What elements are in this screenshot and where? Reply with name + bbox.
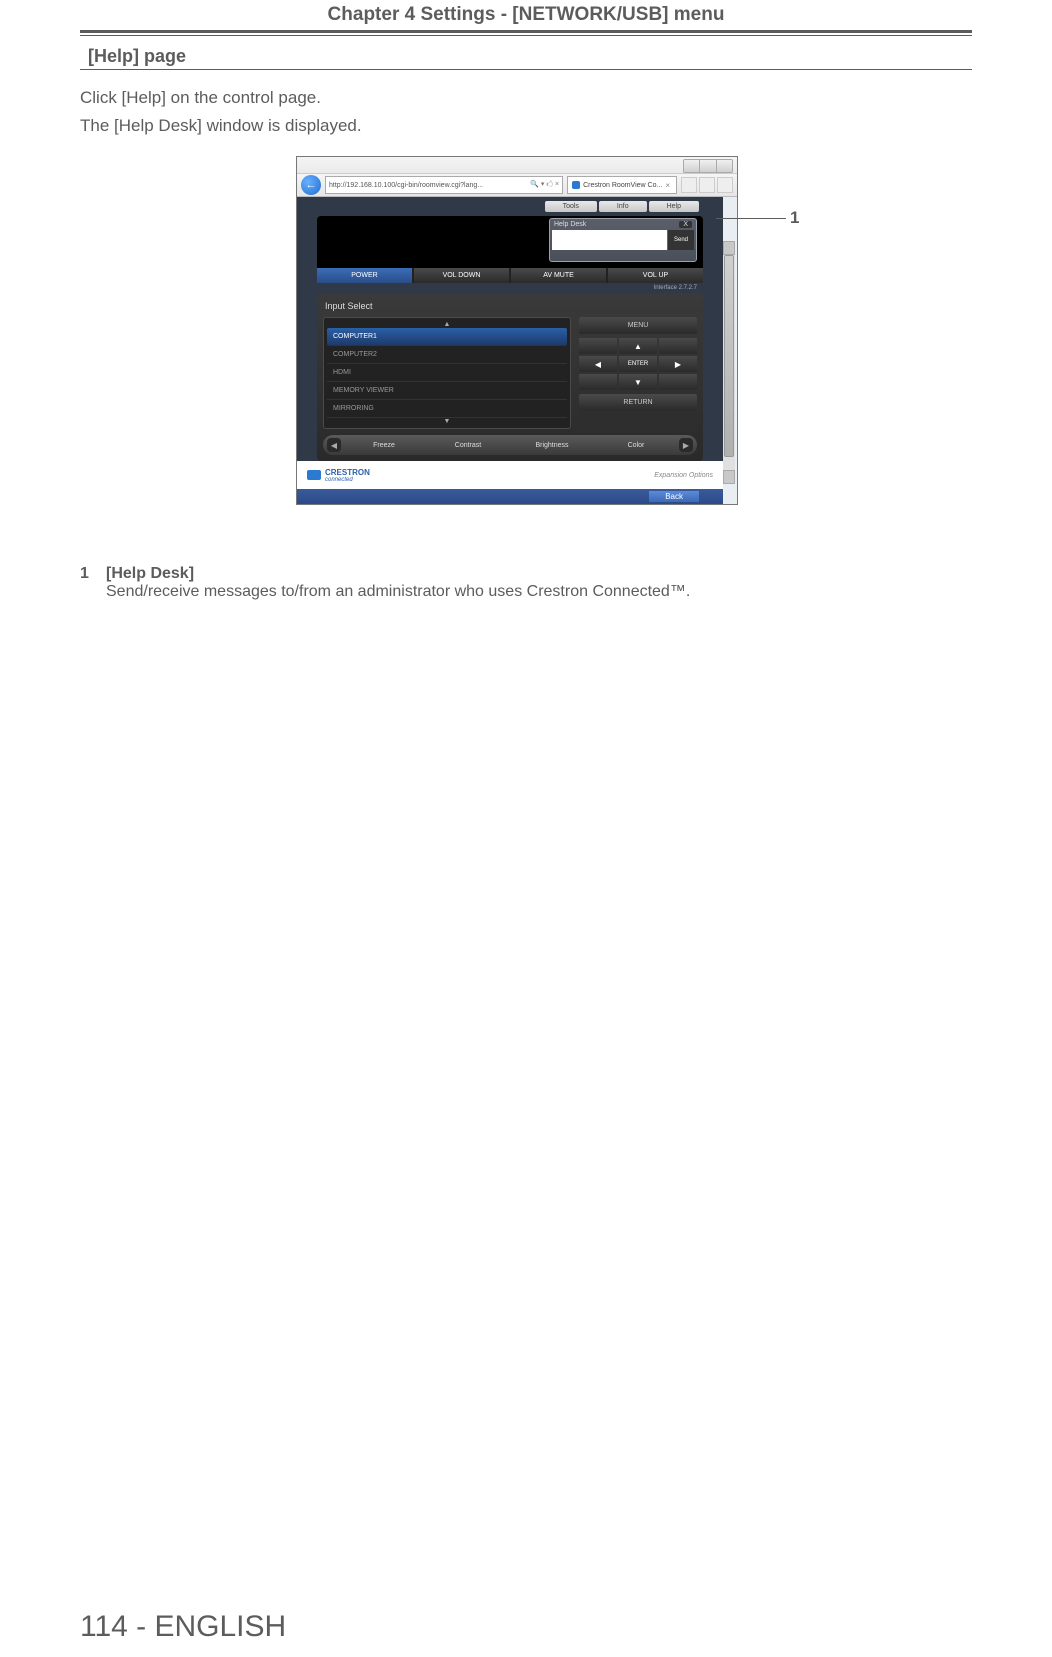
roomview-content: Tools Info Help Help Desk X: [297, 197, 723, 504]
tab-tools[interactable]: Tools: [545, 201, 597, 212]
header-rule: [80, 30, 972, 36]
main-area: Help Desk X Send POWER VOL DOWN AV: [317, 216, 703, 461]
tab-info[interactable]: Info: [599, 201, 647, 212]
body-line-2: The [Help Desk] window is displayed.: [80, 116, 972, 136]
expansion-options[interactable]: Expansion Options: [654, 472, 713, 479]
crestron-logo-icon: [307, 470, 321, 480]
input-computer1[interactable]: COMPUTER1: [327, 328, 567, 346]
back-button-icon[interactable]: ←: [301, 175, 321, 195]
volup-button[interactable]: VOL UP: [608, 268, 703, 283]
callout-label-1: 1: [790, 208, 799, 228]
freeze-button[interactable]: Freeze: [343, 442, 425, 449]
contrast-button[interactable]: Contrast: [427, 442, 509, 449]
chapter-header: Chapter 4 Settings - [NETWORK/USB] menu: [80, 0, 972, 30]
legend-number: 1: [80, 565, 94, 601]
browser-toolbar: ← http://192.168.10.100/cgi-bin/roomview…: [297, 174, 737, 197]
crestron-footer: CRESTRON connected Expansion Options: [297, 461, 723, 489]
adjust-right-icon[interactable]: ▶: [679, 438, 693, 452]
input-computer2[interactable]: COMPUTER2: [327, 346, 567, 364]
input-panel: Input Select ▲ COMPUTER1 COMPUTER2 HDMI …: [317, 293, 703, 461]
back-button[interactable]: Back: [649, 491, 699, 502]
address-bar[interactable]: http://192.168.10.100/cgi-bin/roomview.c…: [325, 176, 563, 194]
arrow-up-icon[interactable]: ▲: [619, 338, 657, 354]
avmute-button[interactable]: AV MUTE: [511, 268, 606, 283]
input-list: ▲ COMPUTER1 COMPUTER2 HDMI MEMORY VIEWER…: [323, 317, 571, 429]
interface-version: Interface 2.7.2.7: [317, 283, 703, 293]
display-area: Help Desk X Send: [317, 216, 703, 268]
body-line-1: Click [Help] on the control page.: [80, 88, 972, 108]
tab-title: Crestron RoomView Co...: [583, 182, 662, 189]
arrow-down-icon[interactable]: ▼: [619, 374, 657, 390]
brightness-button[interactable]: Brightness: [511, 442, 593, 449]
crestron-logo: CRESTRON connected: [307, 468, 370, 483]
help-desk-popup: Help Desk X Send: [549, 218, 697, 262]
legend-text: [Help Desk] Send/receive messages to/fro…: [106, 565, 690, 601]
window-titlebar: [297, 157, 737, 174]
arrow-pad: ▲ ◀ ENTER ▶ ▼: [579, 338, 697, 390]
window-controls[interactable]: [683, 159, 733, 173]
tab-favicon-icon: [572, 181, 580, 189]
adjust-left-icon[interactable]: ◀: [327, 438, 341, 452]
legend: 1 [Help Desk] Send/receive messages to/f…: [80, 565, 972, 601]
power-button[interactable]: POWER: [317, 268, 412, 283]
return-button[interactable]: RETURN: [579, 394, 697, 411]
legend-description: Send/receive messages to/from an adminis…: [106, 583, 690, 600]
help-desk-input[interactable]: [552, 230, 667, 250]
help-desk-close[interactable]: X: [679, 221, 692, 228]
crestron-brand: CRESTRON: [325, 468, 370, 477]
help-desk-title: Help Desk: [554, 221, 586, 228]
input-hdmi[interactable]: HDMI: [327, 364, 567, 382]
voldown-button[interactable]: VOL DOWN: [414, 268, 509, 283]
callout-leader-line: [716, 218, 786, 219]
color-button[interactable]: Color: [595, 442, 677, 449]
crestron-connected: connected: [325, 477, 370, 483]
section-title: [Help] page: [80, 44, 972, 70]
help-desk-send[interactable]: Send: [667, 230, 694, 250]
screenshot-figure: ← http://192.168.10.100/cgi-bin/roomview…: [296, 156, 756, 505]
browser-tab[interactable]: Crestron RoomView Co... ×: [567, 176, 677, 194]
browser-window: ← http://192.168.10.100/cgi-bin/roomview…: [296, 156, 738, 505]
toolbar-icons[interactable]: [681, 177, 733, 193]
enter-button[interactable]: ENTER: [619, 356, 657, 372]
url-text: http://192.168.10.100/cgi-bin/roomview.c…: [329, 182, 483, 189]
arrow-right-icon[interactable]: ▶: [659, 356, 697, 372]
page: Chapter 4 Settings - [NETWORK/USB] menu …: [0, 0, 1052, 601]
main-buttons: POWER VOL DOWN AV MUTE VOL UP: [317, 268, 703, 283]
page-number: 114 - ENGLISH: [80, 1610, 286, 1644]
scrollbar[interactable]: [723, 241, 735, 484]
adjust-bar: ◀ Freeze Contrast Brightness Color ▶: [323, 435, 697, 455]
tab-close-icon[interactable]: ×: [665, 181, 670, 190]
legend-title: [Help Desk]: [106, 565, 194, 582]
input-panel-title: Input Select: [323, 299, 697, 317]
nav-controls: MENU ▲ ◀ ENTER ▶ ▼: [579, 317, 697, 429]
scrollbar-thumb[interactable]: [724, 255, 734, 457]
input-mirroring[interactable]: MIRRORING: [327, 400, 567, 418]
top-tabs: Tools Info Help: [297, 197, 723, 212]
arrow-left-icon[interactable]: ◀: [579, 356, 617, 372]
tab-help[interactable]: Help: [649, 201, 699, 212]
back-bar: Back: [297, 489, 723, 504]
input-memory-viewer[interactable]: MEMORY VIEWER: [327, 382, 567, 400]
menu-button[interactable]: MENU: [579, 317, 697, 334]
